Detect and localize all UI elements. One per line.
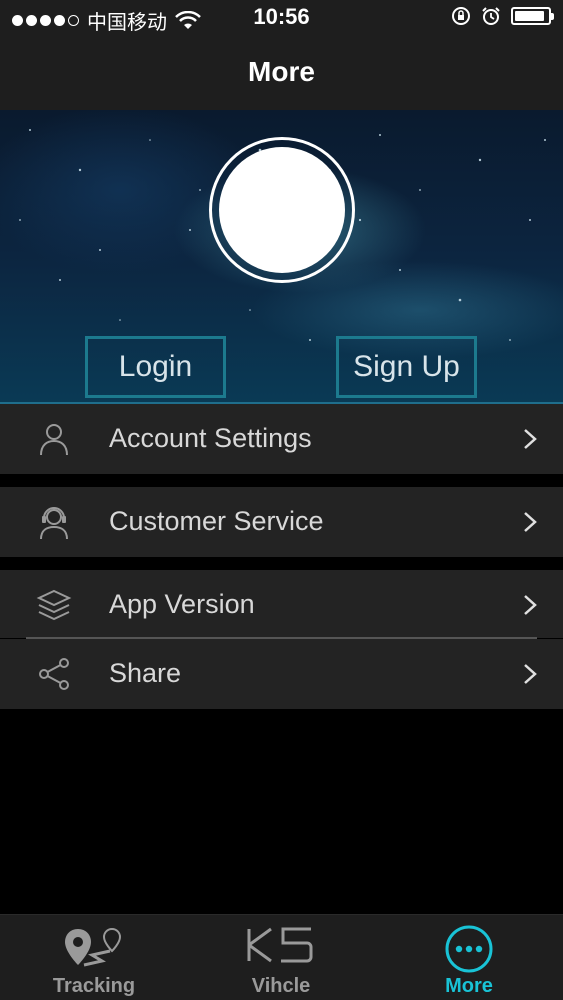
menu-item-label: Customer Service [109, 506, 324, 536]
more-dots-icon [445, 925, 493, 973]
headset-icon [40, 507, 68, 540]
profile-banner: Login Sign Up [0, 110, 563, 404]
tab-label: More [445, 975, 493, 997]
chevron-right-icon [524, 429, 537, 449]
menu-item-label: Share [109, 658, 182, 688]
alarm-icon [482, 7, 500, 25]
layers-icon [36, 589, 72, 621]
tab-tracking[interactable]: Tracking [0, 915, 188, 1000]
tab-bar: Tracking Vihcle More [0, 914, 563, 1000]
k5-logo-icon [247, 927, 313, 963]
battery-level [515, 11, 544, 21]
status-bar: 中国移动 10:56 [0, 0, 563, 34]
battery-icon [511, 7, 554, 25]
chevron-right-icon [524, 512, 537, 532]
status-right [451, 6, 554, 26]
menu-item-customer-service[interactable]: Customer Service [0, 487, 563, 557]
chevron-right-icon [524, 664, 537, 684]
menu-item-share[interactable]: Share [0, 639, 563, 709]
share-icon [39, 658, 69, 690]
rotation-lock-icon [452, 7, 470, 25]
menu-item-app-version[interactable]: App Version [0, 570, 563, 638]
tab-more[interactable]: More [375, 915, 563, 1000]
chevron-right-icon [524, 595, 537, 615]
tab-label: Vihcle [251, 975, 311, 997]
menu-item-account-settings[interactable]: Account Settings [0, 404, 563, 474]
page-title: More [248, 56, 315, 87]
route-pin-icon [65, 927, 122, 967]
user-icon [40, 424, 68, 456]
sign-up-button[interactable]: Sign Up [336, 336, 477, 398]
avatar[interactable] [219, 147, 345, 273]
tab-vehicle[interactable]: Vihcle [187, 915, 375, 1000]
navigation-bar: More [0, 34, 563, 110]
menu-item-label: Account Settings [109, 423, 312, 453]
tab-label: Tracking [52, 975, 136, 997]
menu-item-label: App Version [109, 589, 255, 619]
login-button[interactable]: Login [85, 336, 226, 398]
